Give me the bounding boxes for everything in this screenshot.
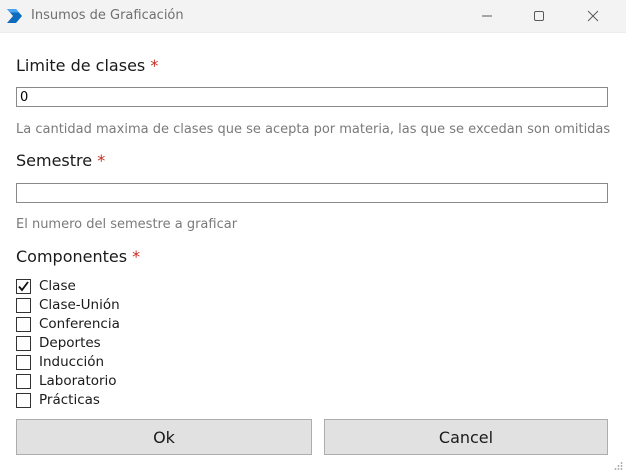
close-icon <box>587 10 599 22</box>
checkbox-label: Conferencia <box>39 316 120 332</box>
checkbox-label: Deportes <box>39 335 101 351</box>
checkbox-label: Prácticas <box>39 392 100 408</box>
cancel-button[interactable]: Cancel <box>324 419 608 455</box>
checkbox-label: Laboratorio <box>39 373 117 389</box>
power-automate-icon <box>7 9 22 23</box>
title-bar: Insumos de Graficación <box>0 0 626 33</box>
checkbox-box[interactable] <box>16 335 31 351</box>
checkbox-conferencia[interactable]: Conferencia <box>16 315 120 333</box>
limit-label-text: Limite de clases <box>16 56 146 75</box>
components-label: Componentes * <box>16 247 140 266</box>
close-button[interactable] <box>570 0 616 32</box>
minimize-icon <box>482 15 492 17</box>
semester-label-text: Semestre <box>16 151 93 170</box>
checkbox-deportes[interactable]: Deportes <box>16 334 101 352</box>
minimize-button[interactable] <box>464 0 510 32</box>
resize-grip-icon[interactable] <box>613 461 623 471</box>
components-required-mark: * <box>132 247 141 266</box>
checkbox-induccion[interactable]: Inducción <box>16 353 104 371</box>
checkbox-label: Clase <box>39 278 76 294</box>
limit-hint: La cantidad maxima de clases que se acep… <box>16 122 611 137</box>
checkbox-label: Inducción <box>39 354 105 370</box>
checkbox-laboratorio[interactable]: Laboratorio <box>16 372 117 390</box>
checkbox-clase[interactable]: Clase <box>16 277 76 295</box>
window-title: Insumos de Graficación <box>31 8 184 23</box>
limit-input[interactable] <box>16 87 608 107</box>
semester-label: Semestre * <box>16 151 105 170</box>
semester-required-mark: * <box>97 151 106 170</box>
ok-button[interactable]: Ok <box>16 419 312 455</box>
checkbox-practicas[interactable]: Prácticas <box>16 391 100 409</box>
maximize-icon <box>534 11 544 21</box>
semester-input[interactable] <box>16 183 608 203</box>
semester-hint: El numero del semestre a graficar <box>16 217 238 232</box>
checkbox-clase-union[interactable]: Clase-Unión <box>16 296 120 314</box>
checkbox-box[interactable] <box>16 373 31 389</box>
checkmark-icon <box>18 280 29 291</box>
limit-required-mark: * <box>150 56 159 75</box>
checkbox-box[interactable] <box>16 392 31 408</box>
maximize-button[interactable] <box>516 0 562 32</box>
checkbox-box[interactable] <box>16 297 31 313</box>
limit-label: Limite de clases * <box>16 56 158 75</box>
checkbox-box[interactable] <box>16 354 31 370</box>
checkbox-box[interactable] <box>16 316 31 332</box>
checkbox-box[interactable] <box>16 278 31 294</box>
components-label-text: Componentes <box>16 247 128 266</box>
checkbox-label: Clase-Unión <box>39 297 120 313</box>
